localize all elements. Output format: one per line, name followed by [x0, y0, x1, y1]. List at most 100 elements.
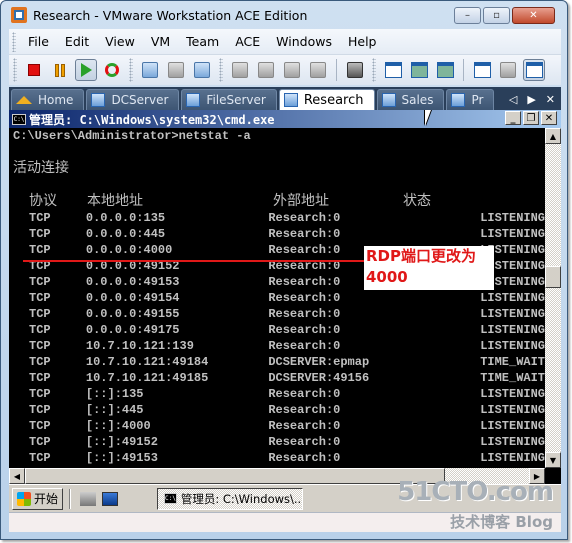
row-proto: TCP	[29, 371, 51, 385]
tab-research[interactable]: Research	[278, 89, 375, 110]
toolbar-grip-2[interactable]	[129, 58, 133, 82]
menu-help[interactable]: Help	[340, 34, 385, 49]
vertical-scroll-thumb[interactable]	[545, 266, 561, 288]
row-state: LISTENING	[480, 307, 545, 321]
power-on-button[interactable]	[75, 59, 97, 81]
team-power-off-button[interactable]	[255, 59, 277, 81]
full-screen-button[interactable]	[434, 59, 456, 81]
vm-console[interactable]: C:\ 管理员: C:\Windows\system32\cmd.exe _ ❐…	[9, 110, 561, 484]
cmd-restore-button[interactable]: ❐	[523, 111, 539, 125]
tab-home[interactable]: Home	[11, 89, 85, 110]
tab-label: Home	[38, 93, 74, 107]
power-off-button[interactable]	[23, 59, 45, 81]
summary-view-button[interactable]	[497, 59, 519, 81]
server-manager-icon[interactable]	[80, 491, 97, 506]
play-icon	[80, 63, 92, 77]
cmd-close-button[interactable]: ✕	[541, 111, 557, 125]
annotation-line-2: 4000	[366, 268, 408, 286]
reset-button[interactable]	[101, 59, 123, 81]
windows-logo-icon	[17, 491, 31, 506]
scroll-left-button[interactable]: ◀	[9, 468, 25, 484]
menu-file[interactable]: File	[20, 34, 57, 49]
row-local-address: 0.0.0.0:135	[85, 211, 166, 225]
maximize-button[interactable]: ▫	[483, 7, 510, 24]
console-view-icon	[473, 62, 491, 78]
revert-snapshot-button[interactable]	[165, 59, 187, 81]
suspend-button[interactable]	[49, 59, 71, 81]
menu-edit[interactable]: Edit	[57, 34, 97, 49]
row-proto: TCP	[29, 419, 51, 433]
row-state: LISTENING	[480, 211, 545, 225]
cmd-minimize-button[interactable]: _	[505, 111, 521, 125]
watermark: 51CTO.com 技术博客 Blog	[397, 477, 554, 532]
toolbar-grip[interactable]	[13, 58, 17, 82]
tab-label: Pr	[471, 93, 484, 107]
menu-team[interactable]: Team	[178, 34, 227, 49]
show-desktop-icon[interactable]	[102, 491, 119, 506]
toolbar-grip-3[interactable]	[219, 58, 223, 82]
tab-next-icon[interactable]: ▶	[527, 93, 535, 106]
row-local-address: 10.7.10.121:49184	[85, 355, 209, 369]
vmware-window: Research - VMware Workstation ACE Editio…	[0, 0, 568, 540]
vmware-app-icon	[11, 7, 27, 23]
vm-settings-button[interactable]	[344, 59, 366, 81]
tab-close-icon[interactable]: ✕	[546, 93, 555, 106]
vertical-scrollbar[interactable]: ▲ ▼	[545, 128, 561, 468]
menu-bar: File Edit View VM Team ACE Windows Help	[9, 29, 561, 55]
cmd-title: 管理员: C:\Windows\system32\cmd.exe	[29, 112, 275, 127]
start-button[interactable]: 开始	[12, 487, 64, 510]
tab-sales[interactable]: Sales	[376, 89, 445, 110]
unity-view-button[interactable]	[523, 59, 545, 81]
menu-windows[interactable]: Windows	[268, 34, 340, 49]
new-vm-button[interactable]	[281, 59, 303, 81]
row-proto: TCP	[29, 451, 51, 465]
netstat-header: 协议 本地地址 外部地址 状态	[13, 192, 545, 210]
summary-view-icon	[500, 62, 516, 78]
row-local-address: 0.0.0.0:49154	[85, 291, 180, 305]
usb-device-icon	[310, 62, 326, 78]
tab-prev-icon[interactable]: ◁	[509, 93, 517, 106]
row-proto: TCP	[29, 387, 51, 401]
row-foreign-address: Research:0	[268, 307, 341, 321]
tab-pr[interactable]: Pr	[446, 89, 495, 110]
row-local-address: [::]:135	[85, 387, 144, 401]
toolbar	[9, 55, 561, 85]
tab-dcserver[interactable]: DCServer	[86, 89, 180, 110]
usb-device-button[interactable]	[307, 59, 329, 81]
tab-fileserver[interactable]: FileServer	[181, 89, 277, 110]
menubar-grip[interactable]	[12, 31, 16, 52]
toolbar-grip-4[interactable]	[372, 58, 376, 82]
scroll-up-button[interactable]: ▲	[545, 128, 561, 144]
row-foreign-address: Research:0	[268, 419, 341, 433]
sidebar-view-button[interactable]	[382, 59, 404, 81]
menu-vm[interactable]: VM	[143, 34, 178, 49]
team-power-on-button[interactable]	[229, 59, 251, 81]
scroll-down-button[interactable]: ▼	[545, 452, 561, 468]
row-foreign-address: Research:0	[268, 435, 341, 449]
close-button[interactable]: ✕	[512, 7, 555, 24]
row-proto: TCP	[29, 291, 51, 305]
console-view-button[interactable]	[471, 59, 493, 81]
row-foreign-address: Research:0	[268, 339, 341, 353]
quick-switch-icon	[410, 62, 428, 78]
reset-icon	[105, 63, 119, 77]
cmd-title-bar: C:\ 管理员: C:\Windows\system32\cmd.exe _ ❐…	[9, 110, 561, 128]
row-local-address: 0.0.0.0:49153	[85, 275, 180, 289]
row-local-address: 0.0.0.0:49175	[85, 323, 180, 337]
header-local: 本地地址	[87, 193, 143, 209]
menu-view[interactable]: View	[97, 34, 143, 49]
row-foreign-address: Research:0	[268, 227, 341, 241]
take-snapshot-button[interactable]	[139, 59, 161, 81]
quick-switch-button[interactable]	[408, 59, 430, 81]
snapshot-manager-button[interactable]	[191, 59, 213, 81]
row-proto: TCP	[29, 211, 51, 225]
cmd-output[interactable]: C:\Users\Administrator>netstat -a 活动连接 协…	[9, 128, 545, 468]
row-foreign-address: Research:0	[268, 403, 341, 417]
minimize-button[interactable]: –	[454, 7, 481, 24]
menu-ace[interactable]: ACE	[227, 34, 268, 49]
pause-icon	[55, 63, 65, 77]
vm-running-icon	[91, 93, 106, 107]
horizontal-scroll-thumb[interactable]	[25, 468, 445, 484]
toolbar-separator-2	[463, 59, 464, 81]
taskbar-cmd-button[interactable]: C:\ 管理员: C:\Windows\...	[157, 487, 304, 510]
